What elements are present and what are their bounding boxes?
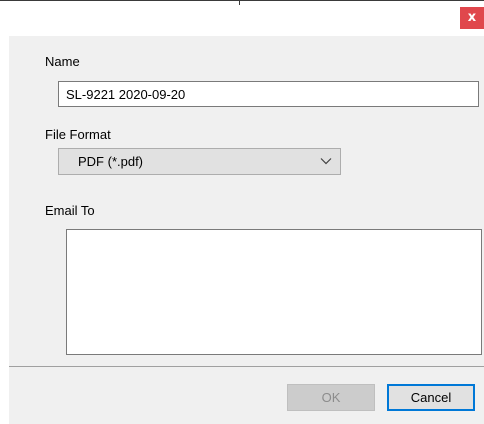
export-dialog: x Name File Format PDF (*.pdf) Email To … bbox=[0, 0, 484, 424]
close-icon: x bbox=[467, 10, 477, 25]
email-to-field[interactable] bbox=[66, 229, 482, 355]
chevron-down-icon bbox=[320, 158, 332, 165]
name-label: Name bbox=[45, 54, 80, 69]
button-bar: OK Cancel bbox=[9, 367, 484, 424]
email-to-label: Email To bbox=[45, 203, 95, 218]
file-format-value: PDF (*.pdf) bbox=[78, 154, 144, 169]
title-bar: x bbox=[0, 0, 484, 36]
file-format-select[interactable]: PDF (*.pdf) bbox=[58, 148, 341, 175]
ok-button[interactable]: OK bbox=[287, 384, 375, 411]
form-panel: Name File Format PDF (*.pdf) Email To bbox=[9, 36, 484, 366]
close-button[interactable]: x bbox=[460, 7, 484, 29]
title-divider bbox=[239, 1, 240, 5]
cancel-button[interactable]: Cancel bbox=[387, 384, 475, 411]
file-format-label: File Format bbox=[45, 127, 111, 142]
name-input[interactable] bbox=[58, 81, 479, 107]
